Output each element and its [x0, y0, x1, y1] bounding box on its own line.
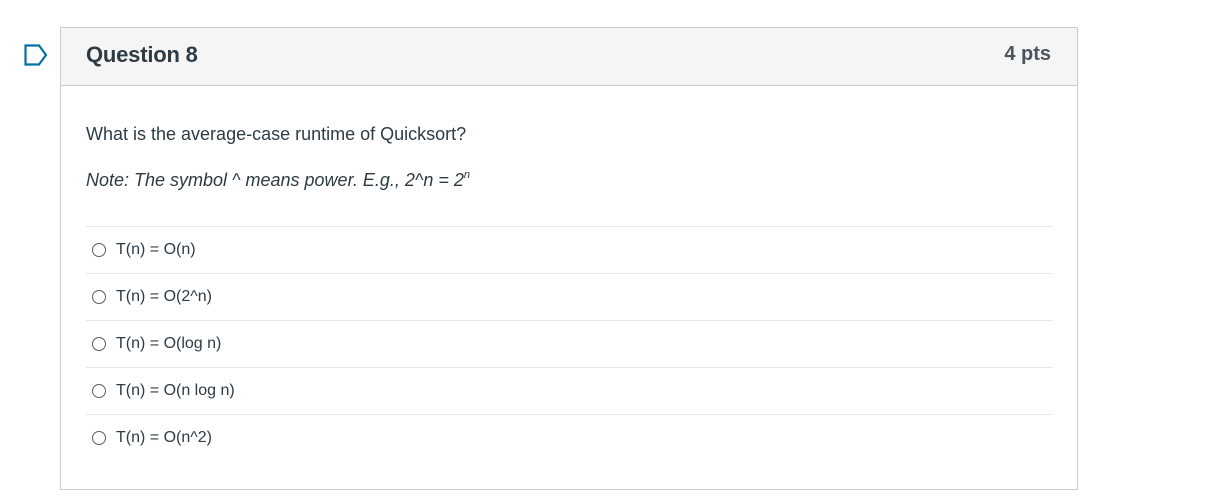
answer-option-3[interactable]: T(n) = O(log n)	[86, 320, 1053, 367]
question-header: Question 8 4 pts	[61, 28, 1077, 86]
question-note: Note: The symbol ^ means power. E.g., 2^…	[86, 170, 470, 191]
question-title: Question 8	[86, 42, 198, 67]
note-text: Note: The symbol ^ means power. E.g., 2^…	[86, 170, 464, 190]
question-points: 4 pts	[1004, 43, 1051, 65]
answer-option-1[interactable]: T(n) = O(n)	[86, 226, 1053, 273]
answer-label: T(n) = O(log n)	[116, 335, 222, 352]
radio-button[interactable]	[92, 337, 106, 351]
question-text: What is the average-case runtime of Quic…	[86, 124, 467, 144]
answer-label: T(n) = O(n)	[116, 241, 196, 258]
answer-option-5[interactable]: T(n) = O(n^2)	[86, 414, 1053, 461]
radio-button[interactable]	[92, 290, 106, 304]
note-superscript: n	[463, 169, 471, 181]
answer-label: T(n) = O(2^n)	[116, 288, 212, 305]
answer-option-2[interactable]: T(n) = O(2^n)	[86, 273, 1053, 320]
answer-option-4[interactable]: T(n) = O(n log n)	[86, 367, 1053, 414]
radio-button[interactable]	[92, 431, 106, 445]
answer-label: T(n) = O(n^2)	[116, 429, 212, 446]
flag-icon-svg	[24, 44, 48, 66]
radio-button[interactable]	[92, 384, 106, 398]
answer-list: T(n) = O(n) T(n) = O(2^n) T(n) = O(log n…	[86, 226, 1053, 461]
answer-label: T(n) = O(n log n)	[116, 382, 235, 399]
radio-button[interactable]	[92, 243, 106, 257]
flag-question-icon[interactable]	[24, 44, 48, 66]
question-card: Question 8 4 pts What is the average-cas…	[60, 27, 1078, 490]
